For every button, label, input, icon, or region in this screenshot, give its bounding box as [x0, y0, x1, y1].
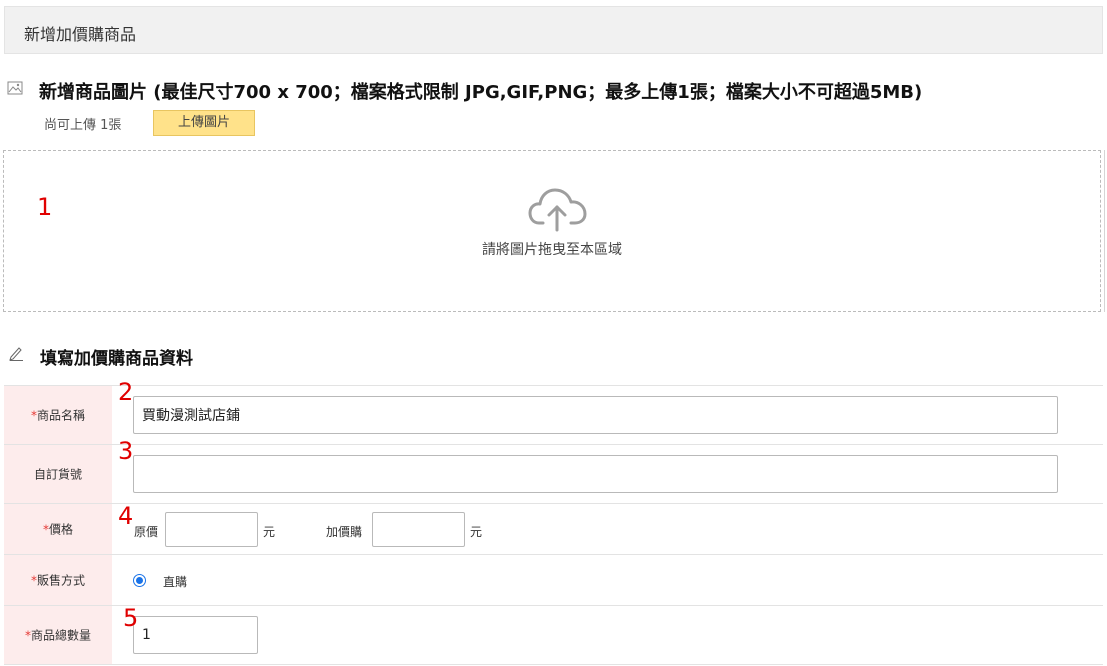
- dropzone-text: 請將圖片拖曳至本區域: [482, 242, 622, 258]
- image-icon: [7, 81, 23, 95]
- page-header: 新增加價購商品: [4, 6, 1103, 54]
- field-label-text: 自訂貨號: [33, 467, 82, 482]
- image-dropzone[interactable]: 請將圖片拖曳至本區域 1: [3, 150, 1101, 312]
- price-unit: 元: [263, 525, 276, 539]
- direct-purchase-radio[interactable]: [133, 574, 146, 587]
- product-name-input[interactable]: [133, 396, 1058, 434]
- annotation-marker-3: 3: [118, 437, 134, 465]
- field-label-text: 商品名稱: [36, 408, 85, 423]
- remaining-count: 尚可上傳 1張: [44, 118, 122, 133]
- pencil-icon: [9, 347, 23, 361]
- page-title: 新增加價購商品: [24, 25, 137, 44]
- addon-price-input[interactable]: [372, 512, 465, 547]
- annotation-marker-4: 4: [118, 502, 134, 530]
- price-unit: 元: [470, 525, 483, 539]
- form-row-price: *價格 原價 元 加價購 元 4: [4, 502, 1103, 555]
- custom-sku-input[interactable]: [133, 455, 1058, 493]
- annotation-marker-1: 1: [37, 193, 53, 221]
- form-row-sku: 自訂貨號 3: [4, 437, 1103, 504]
- annotation-marker-5: 5: [123, 604, 139, 632]
- form-row-sale-method: *販售方式 直購: [4, 555, 1103, 606]
- direct-purchase-label: 直購: [163, 575, 188, 589]
- quantity-input[interactable]: [133, 616, 258, 654]
- form-row-quantity: *商品總數量 5: [4, 604, 1103, 665]
- addon-price-label: 加價購: [326, 525, 363, 539]
- field-label-text: 商品總數量: [30, 628, 91, 643]
- field-label-sku: 自訂貨號: [4, 445, 112, 503]
- product-form: *商品名稱 2 自訂貨號 3 *價格 原價 元 加價購 元 4: [4, 378, 1103, 665]
- form-heading: 填寫加價購商品資料: [40, 349, 193, 369]
- field-label-text: 販售方式: [36, 573, 85, 588]
- form-row-name: *商品名稱 2: [4, 378, 1103, 445]
- field-label-price: *價格: [4, 504, 112, 554]
- field-label-quantity: *商品總數量: [4, 606, 112, 664]
- field-label-text: 價格: [48, 522, 73, 537]
- upload-heading: 新增商品圖片 (最佳尺寸700 x 700；檔案格式限制 JPG,GIF,PNG…: [39, 82, 923, 103]
- original-price-input[interactable]: [165, 512, 258, 547]
- original-price-label: 原價: [134, 525, 159, 539]
- annotation-marker-2: 2: [118, 378, 134, 406]
- field-label-name: *商品名稱: [4, 386, 112, 444]
- upload-image-button[interactable]: 上傳圖片: [153, 110, 255, 136]
- cloud-upload-icon: [528, 188, 587, 232]
- field-label-sale-method: *販售方式: [4, 555, 112, 605]
